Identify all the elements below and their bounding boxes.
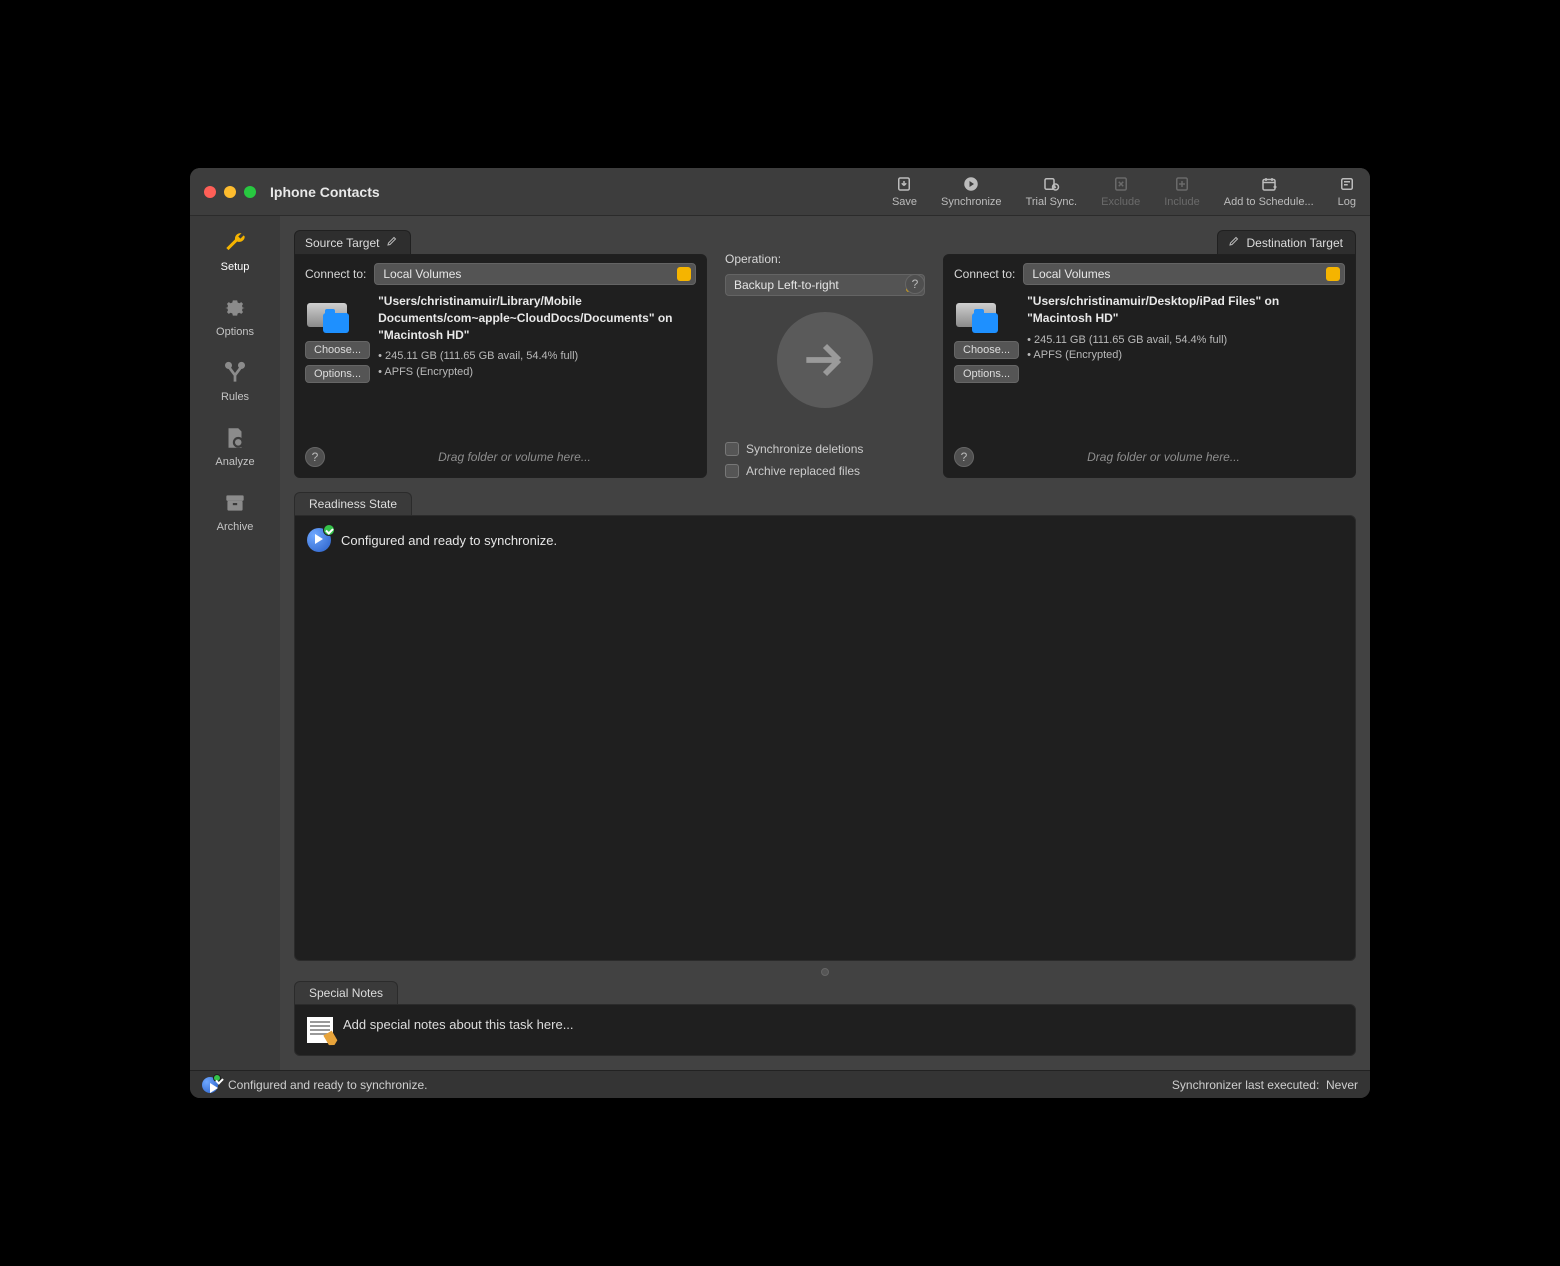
special-notes-input[interactable]: Add special notes about this task here..… [343,1017,574,1043]
special-notes-tab: Special Notes [294,981,398,1004]
source-filesystem: • APFS (Encrypted) [378,365,696,380]
sidebar-item-rules[interactable]: Rules [221,360,249,403]
destination-path: "Users/christinamuir/Desktop/iPad Files"… [1027,293,1345,327]
analyze-icon [222,425,248,451]
readiness-section: Readiness State Configured and ready to … [294,492,1356,961]
close-window-button[interactable] [204,186,216,198]
fullscreen-window-button[interactable] [244,186,256,198]
toolbar: Save Synchronize Trial Sync. Exclude Inc… [892,175,1356,208]
source-connect-label: Connect to: [305,267,366,281]
source-choose-button[interactable]: Choose... [305,341,370,359]
readiness-tab: Readiness State [294,492,412,515]
synchronize-button[interactable]: Synchronize [941,175,1002,208]
special-notes-section: Special Notes Add special notes about th… [294,981,1356,1056]
readiness-message: Configured and ready to synchronize. [341,533,557,548]
source-target-tab: Source Target [294,230,411,254]
sidebar-item-analyze[interactable]: Analyze [215,425,254,468]
operation-label: Operation: [725,252,925,266]
status-message: Configured and ready to synchronize. [228,1078,427,1092]
exclude-icon [1112,175,1130,193]
trial-sync-icon [1042,175,1060,193]
archive-replaced-label: Archive replaced files [746,464,860,478]
drive-folder-icon [305,293,353,333]
log-button[interactable]: Log [1338,175,1356,208]
sync-deletions-label: Synchronize deletions [746,442,863,456]
drive-folder-icon [954,293,1002,333]
ready-status-icon [307,528,331,552]
source-drop-hint: Drag folder or volume here... [333,450,696,464]
pencil-icon[interactable] [1228,235,1240,250]
gear-icon [222,295,248,321]
direction-arrow-icon [777,312,873,408]
destination-options-button[interactable]: Options... [954,365,1019,383]
chevron-updown-icon: ⇅ [681,267,689,278]
destination-help-button[interactable]: ? [954,447,974,467]
status-last-exec-label: Synchronizer last executed: [1172,1078,1319,1092]
operation-column: Operation: Backup Left-to-right ⇅ ? [725,230,925,478]
destination-drop-hint: Drag folder or volume here... [982,450,1345,464]
source-help-button[interactable]: ? [305,447,325,467]
source-path: "Users/christinamuir/Library/Mobile Docu… [378,293,696,343]
save-button[interactable]: Save [892,175,917,208]
operation-help-button[interactable]: ? [905,274,925,294]
main-content: Source Target Connect to: Local Volumes … [280,216,1370,1070]
destination-connect-select[interactable]: Local Volumes ⇅ [1023,263,1345,285]
destination-choose-button[interactable]: Choose... [954,341,1019,359]
branch-icon [222,360,248,386]
log-icon [1338,175,1356,193]
destination-connect-label: Connect to: [954,267,1015,281]
sync-deletions-checkbox[interactable] [725,442,739,456]
sidebar-item-options[interactable]: Options [216,295,254,338]
destination-stats: • 245.11 GB (111.65 GB avail, 54.4% full… [1027,333,1345,348]
source-connect-select[interactable]: Local Volumes ⇅ [374,263,696,285]
pencil-icon[interactable] [386,235,398,250]
source-target-panel: Source Target Connect to: Local Volumes … [294,230,707,478]
operation-select[interactable]: Backup Left-to-right ⇅ [725,274,925,296]
include-icon [1173,175,1191,193]
destination-target-tab: Destination Target [1217,230,1356,254]
calendar-add-icon [1260,175,1278,193]
app-window: Iphone Contacts Save Synchronize Trial S… [190,168,1370,1098]
archive-replaced-checkbox[interactable] [725,464,739,478]
sidebar: Setup Options Rules Analyze Archive [190,216,280,1070]
archive-icon [222,490,248,516]
sidebar-item-setup[interactable]: Setup [221,230,250,273]
play-circle-icon [962,175,980,193]
status-last-exec-value: Never [1326,1078,1358,1092]
window-controls [204,186,256,198]
include-button: Include [1164,175,1199,208]
minimize-window-button[interactable] [224,186,236,198]
save-icon [895,175,913,193]
wrench-icon [222,230,248,256]
note-pencil-icon [307,1017,333,1043]
status-ready-icon [202,1077,218,1093]
source-stats: • 245.11 GB (111.65 GB avail, 54.4% full… [378,349,696,364]
titlebar: Iphone Contacts Save Synchronize Trial S… [190,168,1370,216]
destination-filesystem: • APFS (Encrypted) [1027,348,1345,363]
add-to-schedule-button[interactable]: Add to Schedule... [1224,175,1314,208]
status-bar: Configured and ready to synchronize. Syn… [190,1070,1370,1098]
trial-sync-button[interactable]: Trial Sync. [1026,175,1078,208]
resize-handle[interactable] [280,967,1370,977]
window-title: Iphone Contacts [270,184,380,200]
source-options-button[interactable]: Options... [305,365,370,383]
sidebar-item-archive[interactable]: Archive [217,490,254,533]
destination-target-panel: Destination Target Connect to: Local Vol… [943,230,1356,478]
exclude-button: Exclude [1101,175,1140,208]
chevron-updown-icon: ⇅ [1330,267,1338,278]
